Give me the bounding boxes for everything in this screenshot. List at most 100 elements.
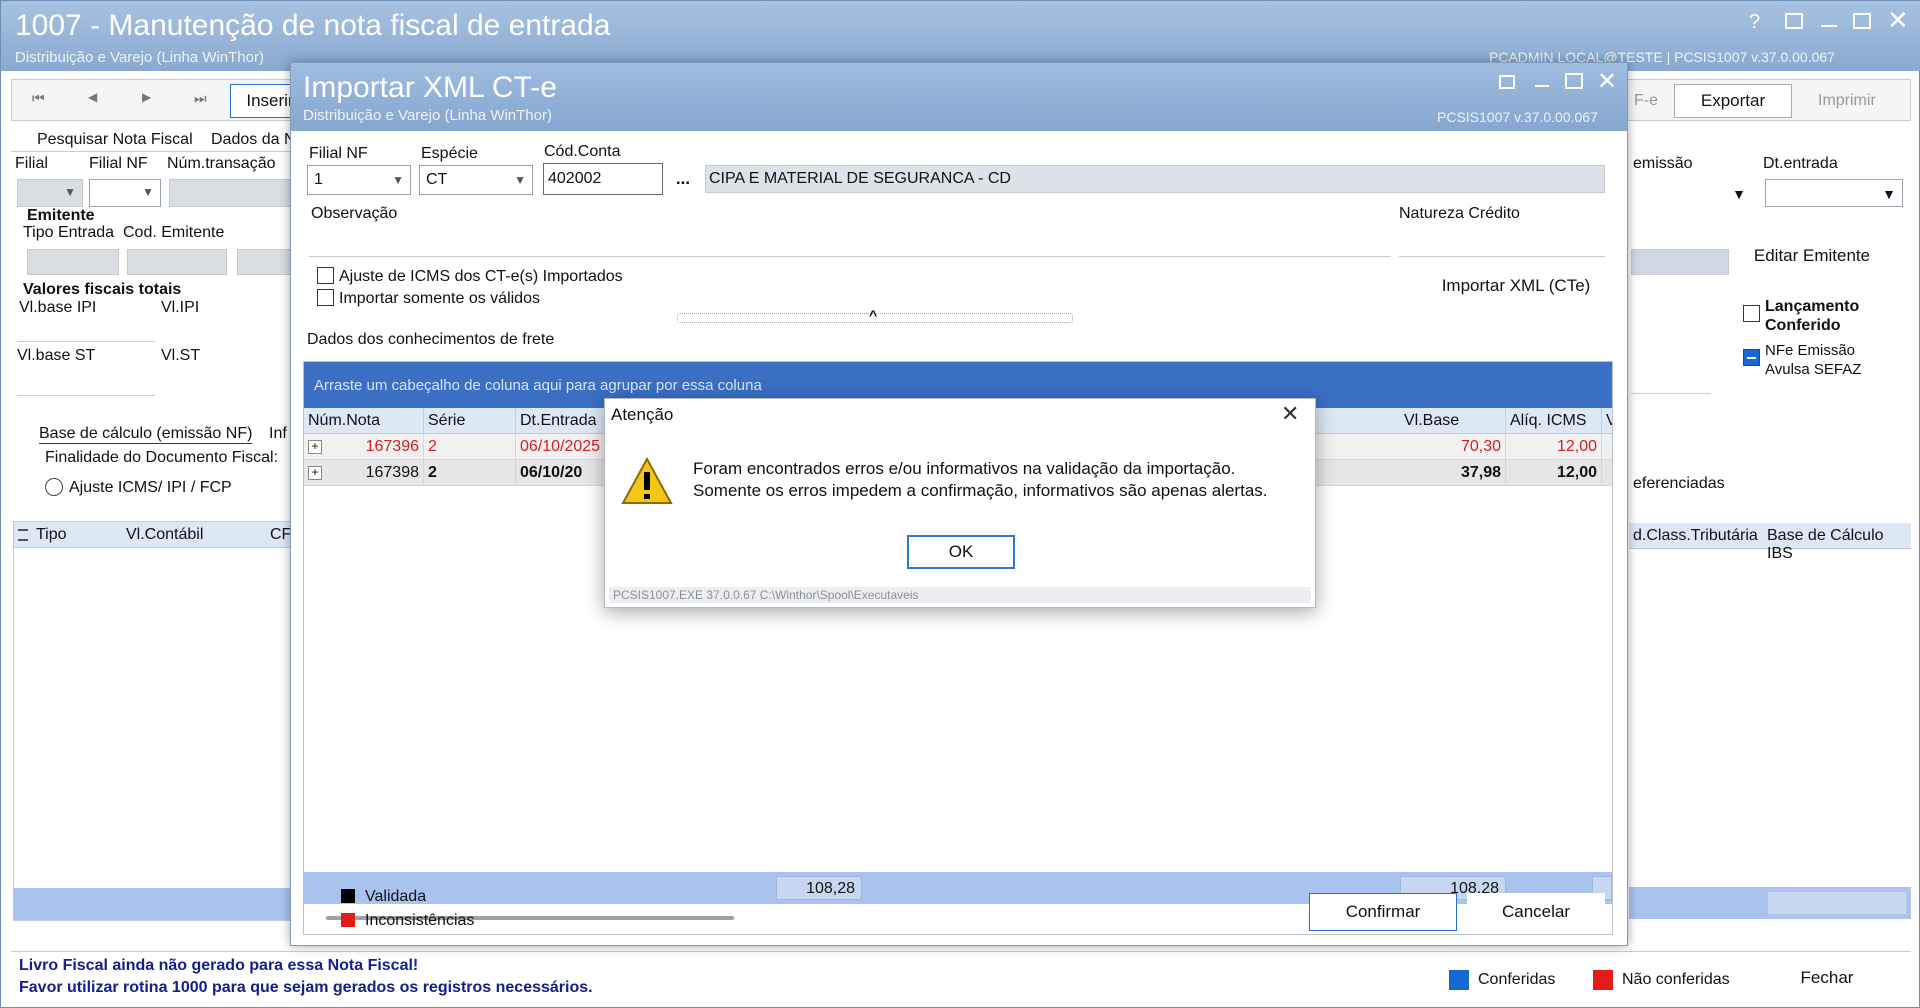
tab-pesquisar[interactable]: Pesquisar Nota Fiscal — [37, 131, 193, 149]
status-line1: Livro Fiscal ainda não gerado para essa … — [19, 957, 419, 974]
col-vl-base[interactable]: Vl.Base — [1400, 408, 1506, 434]
cod-emitente-label: Cod. Emitente — [123, 224, 225, 241]
cell-serie: 2 — [424, 434, 516, 460]
minimize-icon[interactable] — [1821, 25, 1837, 27]
chevron-up-icon[interactable]: ^ — [869, 307, 877, 323]
import-cod-conta-value: 402002 — [548, 170, 602, 187]
vl-base-ipi-field[interactable] — [17, 341, 155, 342]
num-transacao-field[interactable] — [169, 179, 293, 207]
lancamento-conferido-label: Lançamento Conferido — [1765, 298, 1860, 334]
status-line2: Favor utilizar rotina 1000 para que seja… — [19, 979, 593, 996]
alert-footer: PCSIS1007.EXE 37.0.0.67 C:\Winthor\Spool… — [609, 587, 1311, 603]
restore-icon[interactable] — [1499, 75, 1515, 89]
tab-dados[interactable]: Dados da N — [211, 131, 296, 149]
legend-inconsistencias-swatch — [341, 913, 355, 927]
tab-base-calculo[interactable]: Base de cálculo (emissão NF) — [39, 425, 253, 444]
col-base-ibs[interactable]: Base de Cálculo IBS — [1767, 527, 1911, 563]
minimize-icon[interactable] — [1535, 85, 1549, 87]
vl-ipi-label: Vl.IPI — [161, 299, 200, 316]
import-filial-nf-select[interactable]: 1 ▼ — [307, 165, 411, 195]
ok-button[interactable]: OK — [907, 535, 1015, 569]
import-subtitle: Distribuição e Varejo (Linha WinThor) — [303, 107, 552, 124]
col-vl-i[interactable]: Vl. I — [1602, 408, 1612, 434]
close-icon[interactable]: ✕ — [1597, 67, 1617, 96]
prev-record-icon[interactable]: ◀ — [88, 90, 97, 104]
col-serie[interactable]: Série — [424, 408, 516, 434]
imprimir-button[interactable]: Imprimir — [1818, 92, 1876, 110]
indeterminate-mark — [1747, 357, 1756, 359]
col-num-nota[interactable]: Núm.Nota — [304, 408, 424, 434]
col-tipo[interactable]: Tipo — [36, 526, 67, 544]
cod-emitente-field[interactable] — [127, 249, 227, 275]
expand-row-icon[interactable]: + — [308, 466, 322, 480]
vl-base-ipi-label: Vl.base IPI — [19, 299, 97, 316]
legend-conferidas-label: Conferidas — [1478, 971, 1556, 988]
ajuste-icms-checkbox[interactable] — [317, 267, 334, 284]
col-aliq-icms[interactable]: Alíq. ICMS — [1506, 408, 1602, 434]
col-cf[interactable]: CF — [270, 526, 291, 544]
natureza-credito-field[interactable] — [1399, 227, 1605, 257]
legend-inconsistencias-label: Inconsistências — [365, 912, 475, 929]
maximize-icon[interactable] — [1853, 13, 1871, 29]
close-icon[interactable]: ✕ — [1887, 5, 1909, 36]
status-bar: Livro Fiscal ainda não gerado para essa … — [11, 951, 1911, 1005]
ajuste-radio[interactable] — [45, 478, 63, 496]
import-filial-nf-value: 1 — [314, 171, 323, 188]
conta-lookup-button[interactable]: ... — [665, 163, 701, 195]
cell-num-nota: 167396 — [324, 434, 424, 460]
expand-row-icon[interactable]: + — [308, 440, 322, 454]
nfe-emissao-checkbox[interactable] — [1743, 349, 1760, 366]
fechar-button[interactable]: Fechar — [1757, 960, 1897, 996]
tipo-entrada-label: Tipo Entrada — [23, 224, 115, 241]
editar-emitente-button[interactable]: Editar Emitente — [1745, 239, 1879, 273]
import-cod-conta-field[interactable]: 402002 — [543, 163, 663, 195]
import-cod-conta-label: Cód.Conta — [544, 143, 621, 160]
col-class-tributaria[interactable]: d.Class.Tributária — [1633, 527, 1758, 545]
filial-nf-select[interactable]: ▼ — [89, 179, 161, 207]
filial-select[interactable]: ▼ — [17, 179, 83, 207]
chevron-down-icon[interactable]: ▼ — [514, 173, 526, 187]
left-grid-footer — [14, 888, 294, 920]
filial-label: Filial — [15, 155, 48, 172]
observacao-field[interactable] — [309, 227, 1391, 257]
chevron-down-icon[interactable]: ▼ — [1882, 186, 1896, 202]
lancamento-conferido-checkbox[interactable] — [1743, 305, 1760, 322]
chevron-down-icon[interactable]: ▼ — [392, 173, 404, 187]
emissao-field[interactable]: ▼ — [1631, 179, 1753, 207]
total-left-value: 108,28 — [806, 880, 855, 897]
legend-validada-swatch — [341, 889, 355, 903]
right-grid-header: d.Class.Tributária Base de Cálculo IBS — [1629, 523, 1911, 562]
tab-inf[interactable]: Inf — [269, 425, 287, 443]
next-record-icon[interactable]: ▶ — [142, 90, 151, 104]
tipo-entrada-field[interactable] — [27, 249, 119, 275]
importar-validos-checkbox[interactable] — [317, 289, 334, 306]
ajuste-radio-label: Ajuste ICMS/ IPI / FCP — [69, 479, 232, 496]
last-record-icon[interactable]: ⏭ — [194, 90, 207, 107]
chevron-down-icon[interactable]: ▼ — [1732, 186, 1746, 202]
filial-nf-label: Filial NF — [89, 155, 148, 172]
dt-entrada-field[interactable]: ▼ — [1765, 179, 1903, 207]
importar-xml-button[interactable]: Importar XML (CTe) — [1427, 269, 1605, 303]
import-especie-select[interactable]: CT ▼ — [419, 165, 533, 195]
chevron-down-icon: ▼ — [142, 185, 154, 199]
emitente-heading: Emitente — [27, 207, 95, 224]
tab-underline — [11, 151, 291, 152]
cancelar-button[interactable]: Cancelar — [1467, 893, 1605, 931]
help-icon[interactable]: ? — [1749, 11, 1760, 34]
finalidade-label: Finalidade do Documento Fiscal: — [45, 449, 279, 466]
exportar-button[interactable]: Exportar — [1674, 84, 1792, 118]
emitente-right-field[interactable] — [1631, 249, 1729, 275]
emitente-name-field[interactable] — [237, 249, 293, 275]
restore-icon[interactable] — [1785, 13, 1803, 29]
group-hint: Arraste um cabeçalho de coluna aqui para… — [314, 377, 762, 394]
close-icon[interactable]: ✕ — [1281, 401, 1299, 427]
col-vl-contabil[interactable]: Vl.Contábil — [126, 526, 203, 544]
grid-menu-icon[interactable] — [18, 529, 28, 541]
confirmar-button[interactable]: Confirmar — [1309, 893, 1457, 931]
alert-message-line1: Foram encontrados erros e/ou informativo… — [693, 459, 1236, 478]
referenciadas-tab[interactable]: eferenciadas — [1633, 475, 1725, 493]
first-record-icon[interactable]: ⏮ — [32, 90, 45, 107]
conta-desc-field: CIPA E MATERIAL DE SEGURANCA - CD — [705, 165, 1605, 193]
maximize-icon[interactable] — [1565, 73, 1583, 89]
vl-base-st-field[interactable] — [17, 395, 155, 396]
